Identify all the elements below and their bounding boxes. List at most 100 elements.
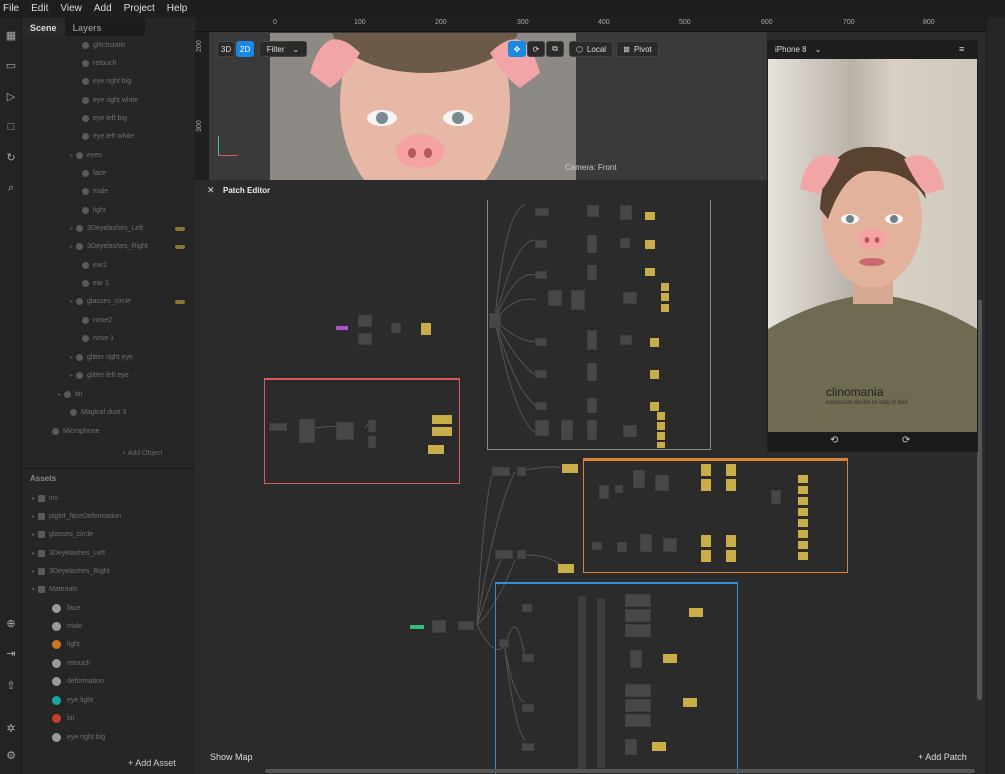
patch-node-output[interactable] (652, 742, 666, 751)
add-object-button[interactable]: + Add Object (122, 450, 162, 457)
patch-node-output[interactable] (798, 552, 808, 560)
patch-group-white[interactable] (487, 200, 711, 450)
menu-file[interactable]: File (0, 0, 26, 18)
rotate-tool-icon[interactable]: ⟳ (527, 41, 545, 57)
local-toggle[interactable]: ⬡ Local (569, 41, 613, 57)
patch-node-output[interactable] (798, 530, 808, 538)
patch-node-output[interactable] (650, 338, 659, 347)
asset-item[interactable]: ▸ 3Deyelashes_Left (32, 546, 105, 560)
patch-node[interactable] (625, 594, 651, 607)
patch-node[interactable] (655, 475, 669, 491)
visibility-toggle[interactable] (175, 227, 185, 231)
material-item[interactable]: retouch (52, 656, 90, 670)
patch-node-output[interactable] (726, 479, 736, 491)
menu-view[interactable]: View (57, 0, 89, 18)
tree-item[interactable]: eye right white (82, 93, 138, 107)
patch-node[interactable] (299, 419, 315, 443)
tree-item[interactable]: glitchstatic (82, 38, 126, 52)
patch-node-output[interactable] (661, 283, 669, 291)
visibility-toggle[interactable] (175, 245, 185, 249)
patch-node[interactable] (535, 402, 547, 410)
patch-node-output[interactable] (645, 268, 655, 276)
menu-icon[interactable]: ≡ (959, 44, 964, 54)
patch-node[interactable] (495, 550, 513, 559)
patch-node[interactable] (535, 370, 547, 378)
tree-item[interactable]: nose 1 (82, 331, 114, 345)
patch-node[interactable] (492, 467, 510, 476)
patch-node-output[interactable] (661, 304, 669, 312)
menu-edit[interactable]: Edit (28, 0, 55, 18)
patch-node[interactable] (499, 639, 509, 647)
patch-node[interactable] (620, 238, 630, 248)
patch-node-output[interactable] (428, 445, 444, 454)
show-map-button[interactable]: Show Map (210, 752, 253, 762)
patch-node-input[interactable] (336, 326, 348, 330)
patch-node-column[interactable] (578, 596, 586, 771)
patch-node-output[interactable] (798, 519, 808, 527)
patch-node-output[interactable] (650, 402, 659, 411)
patch-node-output[interactable] (689, 608, 703, 617)
menu-add[interactable]: Add (91, 0, 119, 18)
patch-node-output[interactable] (432, 415, 452, 424)
tree-item[interactable]: face (82, 166, 106, 180)
patch-node[interactable] (620, 205, 632, 220)
patch-node-output[interactable] (798, 475, 808, 483)
stop-icon[interactable]: □ (4, 120, 18, 134)
patch-node[interactable] (587, 398, 597, 413)
menu-help[interactable]: Help (164, 0, 195, 18)
move-tool-icon[interactable]: ✥ (508, 41, 526, 57)
patch-node[interactable] (587, 420, 597, 440)
tree-item[interactable]: male (82, 184, 108, 198)
rotate-device-icon[interactable]: ⟳ (902, 435, 910, 446)
patch-node[interactable] (625, 699, 651, 712)
asset-item[interactable]: ▸ piglet_faceDeformation (32, 509, 121, 523)
patch-node[interactable] (535, 208, 549, 216)
patch-node[interactable] (617, 542, 627, 552)
patch-node[interactable] (620, 335, 632, 345)
patch-node[interactable] (625, 739, 637, 755)
patch-node[interactable] (458, 621, 474, 630)
patch-node-output[interactable] (657, 442, 665, 448)
material-item[interactable]: male (52, 619, 82, 633)
horizontal-scrollbar[interactable] (265, 769, 975, 773)
patch-node[interactable] (391, 323, 401, 333)
bug-icon[interactable]: ✲ (4, 721, 18, 735)
patch-node[interactable] (368, 436, 376, 448)
tree-item[interactable]: ▸ bit (58, 387, 82, 401)
material-item[interactable]: eye light (52, 693, 93, 707)
patch-node-output[interactable] (701, 535, 711, 547)
add-patch-button[interactable]: + Add Patch (918, 752, 967, 762)
asset-folder-materials[interactable]: ▾ Materials (32, 582, 77, 596)
patch-node-output[interactable] (645, 240, 655, 249)
patch-node[interactable] (625, 714, 651, 727)
patch-node-output[interactable] (663, 654, 677, 663)
patch-node[interactable] (489, 313, 501, 328)
patch-node[interactable] (623, 292, 637, 304)
patch-node[interactable] (640, 534, 652, 552)
patch-node-output[interactable] (726, 550, 736, 562)
patch-node-output[interactable] (432, 427, 452, 436)
patch-node-output[interactable] (661, 293, 669, 301)
patch-node[interactable] (587, 363, 597, 381)
patch-node-output[interactable] (798, 497, 808, 505)
patch-node-output[interactable] (798, 508, 808, 516)
play-icon[interactable]: ▷ (4, 89, 18, 103)
patch-node-output[interactable] (657, 432, 665, 440)
switch-camera-icon[interactable]: ⟲ (830, 435, 838, 446)
tree-item[interactable]: nose2 (82, 313, 112, 327)
patch-node[interactable] (358, 315, 372, 327)
tree-item[interactable]: ear 1 (82, 276, 109, 290)
patch-node[interactable] (587, 205, 599, 217)
tree-item[interactable]: ▸ glitter left eye (70, 368, 129, 382)
material-item[interactable]: face (52, 601, 80, 615)
patch-group-orange[interactable] (583, 458, 848, 573)
tree-item[interactable]: light (82, 203, 106, 217)
asset-item[interactable]: ▸ glasses_circle (32, 527, 93, 541)
import-icon[interactable]: ⊕ (4, 616, 18, 630)
patch-node-output[interactable] (798, 541, 808, 549)
refresh-icon[interactable]: ↻ (4, 150, 18, 164)
menu-project[interactable]: Project (121, 0, 162, 18)
search-icon[interactable]: ⌕ (4, 181, 18, 195)
material-item[interactable]: light (52, 637, 80, 651)
patch-node-output[interactable] (683, 698, 697, 707)
